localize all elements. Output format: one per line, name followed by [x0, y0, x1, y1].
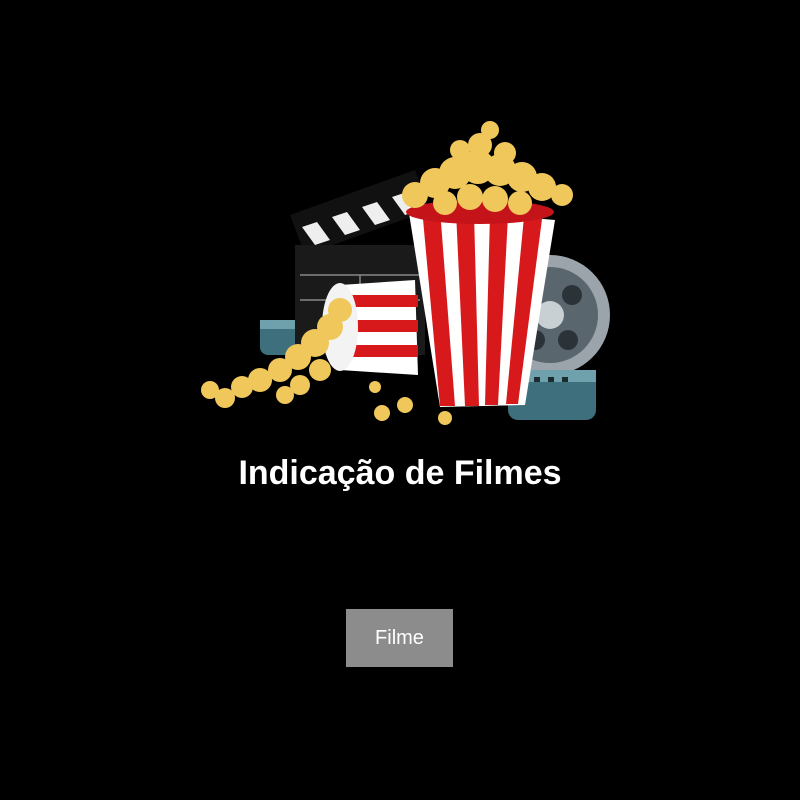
filme-button[interactable]: Filme	[346, 609, 453, 667]
page-title: Indicação de Filmes	[238, 454, 562, 492]
popcorn-pile-icon	[402, 121, 573, 215]
popcorn-illustration	[201, 121, 610, 425]
page: Indicação de Filmes Filme	[0, 0, 800, 800]
hero-popcorn-image	[190, 115, 610, 435]
